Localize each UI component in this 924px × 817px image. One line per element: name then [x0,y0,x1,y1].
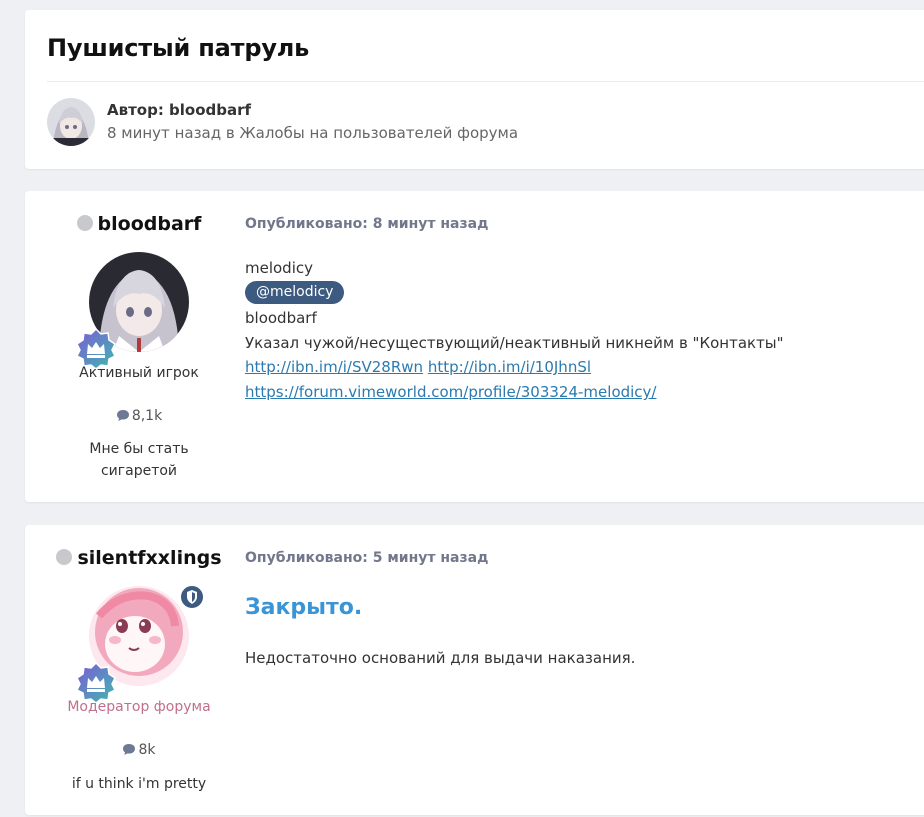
mention-tag[interactable]: @melodicy [245,281,345,304]
user-signature: Мне бы стать сигаретой [89,441,189,479]
post-content: Опубликовано: 8 минут назад melodicy @me… [245,191,924,502]
page-title: Пушистый патруль [47,34,310,62]
post-count: 8,1k [25,408,253,424]
status-dot-icon [56,549,73,565]
post-author-panel: bloodbarf Активный игрок 8,1k Мне бы ста… [25,191,253,502]
comment-icon [116,410,129,421]
username-link[interactable]: silentfxxlings [77,547,221,569]
shield-icon [179,584,205,610]
proof-link[interactable]: http://ibn.im/i/10JhnSl [428,358,591,376]
status-dot-icon [76,215,93,231]
user-signature: if u think i'm pretty [71,776,207,792]
post: bloodbarf Активный игрок 8,1k Мне бы ста… [25,191,924,502]
post-text-line: Недостаточно оснований для выдачи наказа… [245,649,636,667]
post-avatar[interactable] [75,584,205,704]
author-avatar[interactable] [47,98,95,146]
rank-title: Модератор форума [67,699,211,715]
proof-link[interactable]: http://ibn.im/i/SV28Rwn [245,358,423,376]
rank-title: Активный игрок [79,365,199,381]
comment-icon [123,744,136,755]
closed-heading: Закрыто. [245,595,363,620]
post-content: Опубликовано: 5 минут назад Закрыто. Нед… [245,525,924,815]
author-label[interactable]: Автор: bloodbarf [107,101,251,119]
post-text-line: melodicy [245,259,313,277]
post-count: 8k [25,742,253,758]
topic-header: Пушистый патруль Автор: bloodbarf 8 мину… [25,10,924,169]
post-date[interactable]: Опубликовано: 8 минут назад [245,216,488,232]
post-links-row: https://forum.vimeworld.com/profile/3033… [245,383,656,401]
post: silentfxxlings Модератор форума 8k if u … [25,525,924,815]
post-username[interactable]: bloodbarf [25,213,253,235]
crown-badge-icon [75,661,117,704]
divider [47,81,924,82]
post-username[interactable]: silentfxxlings [25,547,253,569]
post-count-value: 8,1k [131,408,163,424]
topic-meta: 8 минут назад в Жалобы на пользователей … [107,124,519,142]
profile-link[interactable]: https://forum.vimeworld.com/profile/3033… [245,383,656,401]
post-count-value: 8k [138,742,156,758]
post-text-line: Указал чужой/несуществующий/неактивный н… [245,334,784,352]
username-link[interactable]: bloodbarf [98,213,202,235]
post-text-line: bloodbarf [245,309,317,327]
post-date[interactable]: Опубликовано: 5 минут назад [245,550,488,566]
post-avatar[interactable] [75,252,189,370]
crown-badge-icon [75,327,117,370]
post-links-row: http://ibn.im/i/SV28Rwn http://ibn.im/i/… [245,358,591,376]
post-author-panel: silentfxxlings Модератор форума 8k if u … [25,525,253,815]
